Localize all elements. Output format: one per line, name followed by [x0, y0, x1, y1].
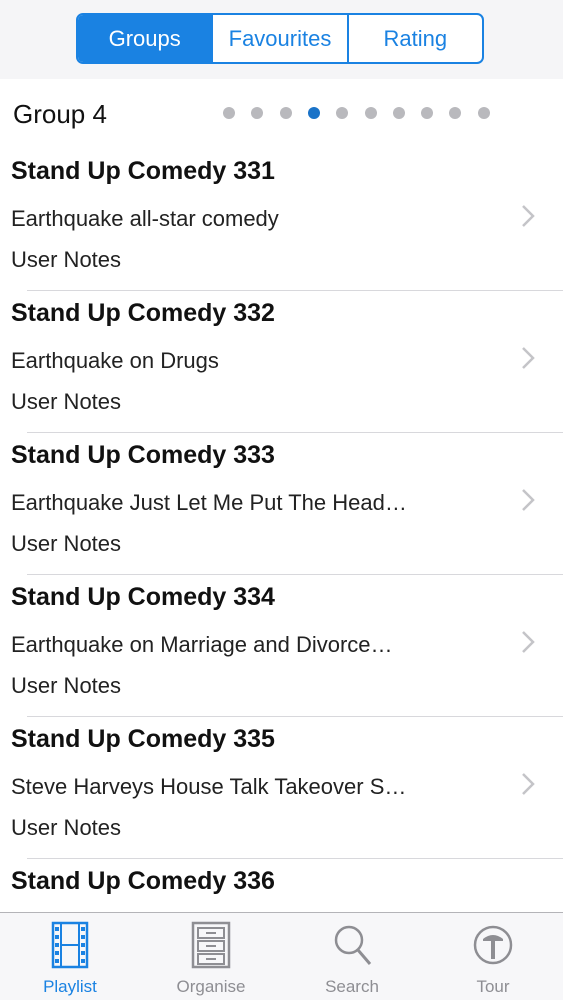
chevron-right-icon [522, 205, 535, 227]
segment-groups[interactable]: Groups [78, 15, 212, 62]
item-notes: User Notes [11, 815, 122, 840]
page-dot[interactable] [364, 107, 377, 119]
item-subtitle: Earthquake all-star comedy [11, 206, 279, 231]
item-title: Stand Up Comedy 331 [11, 157, 275, 185]
page-dot[interactable] [421, 107, 434, 119]
tour-icon [473, 925, 513, 965]
item-notes: User Notes [11, 389, 122, 414]
chevron-right-icon [522, 631, 535, 653]
item-notes: User Notes [11, 673, 122, 698]
magnifier-icon [334, 925, 372, 965]
item-subtitle: Earthquake on Marriage and Divorce… [11, 632, 393, 657]
item-subtitle: Earthquake on Drugs [11, 348, 219, 373]
segmented-control: Groups Favourites Rating [76, 13, 484, 64]
segment-favourites[interactable]: Favourites [211, 15, 346, 62]
item-notes: User Notes [11, 531, 122, 556]
item-title: Stand Up Comedy 335 [11, 725, 275, 753]
tab-bar: Playlist Organise Search Tour [0, 912, 563, 1000]
item-title: Stand Up Comedy 334 [11, 583, 275, 611]
file-cabinet-icon [191, 921, 231, 969]
item-subtitle: Steve Harveys House Talk Takeover S… [11, 774, 407, 799]
tab-label: Playlist [43, 977, 97, 996]
chevron-right-icon [522, 489, 535, 511]
item-title: Stand Up Comedy 336 [11, 867, 275, 895]
list-item[interactable]: Stand Up Comedy 335 Steve Harveys House … [0, 717, 563, 859]
page-dot[interactable] [307, 107, 320, 119]
page-dot[interactable] [392, 107, 405, 119]
tab-playlist[interactable]: Playlist [0, 913, 140, 1001]
segment-rating[interactable]: Rating [346, 15, 482, 62]
chevron-right-icon [522, 347, 535, 369]
tab-label: Tour [476, 977, 510, 996]
tab-search[interactable]: Search [282, 913, 422, 1001]
film-strip-icon [51, 921, 89, 969]
item-subtitle: Earthquake Just Let Me Put The Head… [11, 490, 407, 515]
tab-organise[interactable]: Organise [141, 913, 281, 1001]
page-dot[interactable] [279, 107, 292, 119]
item-title: Stand Up Comedy 332 [11, 299, 275, 327]
list-item[interactable]: Stand Up Comedy 334 Earthquake on Marria… [0, 575, 563, 717]
tab-tour[interactable]: Tour [423, 913, 563, 1001]
item-title: Stand Up Comedy 333 [11, 441, 275, 469]
list-item[interactable]: Stand Up Comedy 332 Earthquake on Drugs … [0, 291, 563, 433]
list-item[interactable]: Stand Up Comedy 331 Earthquake all-star … [0, 149, 563, 291]
tab-label: Search [325, 977, 379, 996]
list-item[interactable]: Stand Up Comedy 333 Earthquake Just Let … [0, 433, 563, 575]
group-title: Group 4 [13, 99, 107, 129]
top-bar: Groups Favourites Rating [0, 0, 563, 79]
chevron-right-icon [522, 773, 535, 795]
tab-label: Organise [176, 977, 246, 996]
item-notes: User Notes [11, 247, 122, 272]
page-dot[interactable] [223, 107, 235, 119]
page-dot[interactable] [477, 107, 490, 119]
